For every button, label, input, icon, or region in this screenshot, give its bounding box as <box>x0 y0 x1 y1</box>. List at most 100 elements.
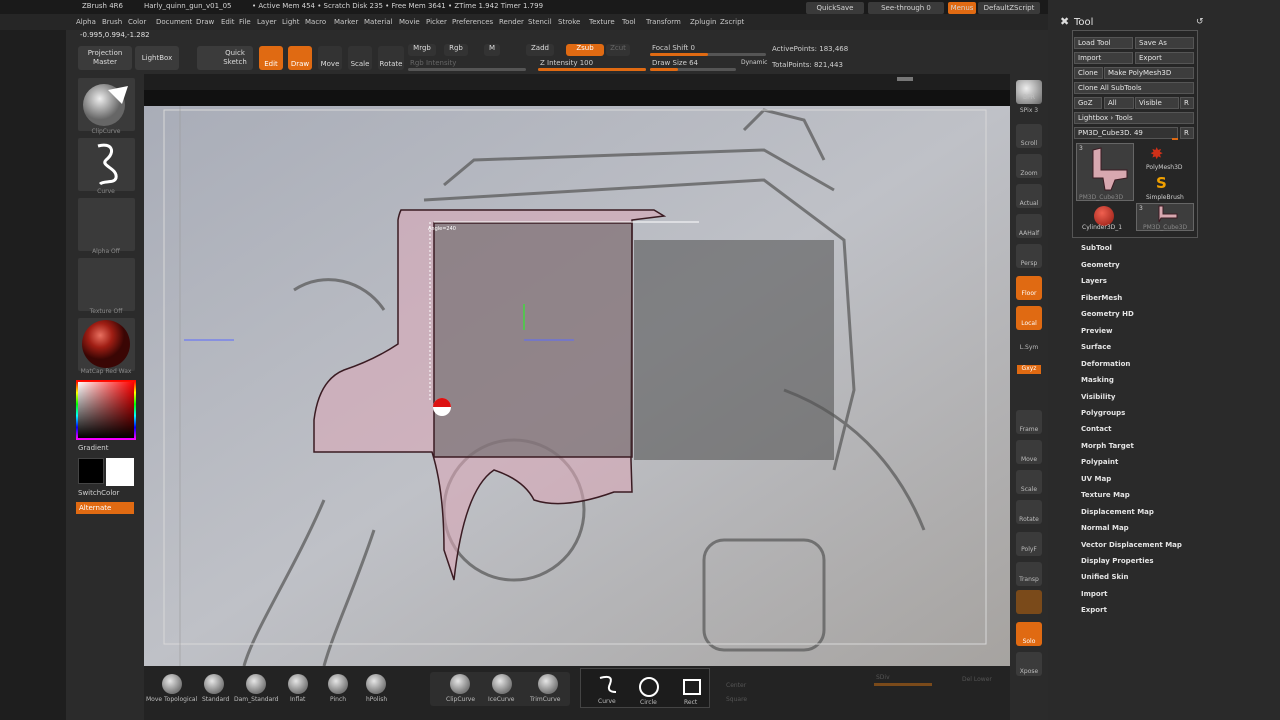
menu-color[interactable]: Color <box>128 18 146 26</box>
quick-sketch-button[interactable]: Quick Sketch <box>197 46 253 70</box>
palette-pin-icon[interactable]: ↺ <box>1196 17 1204 27</box>
menu-render[interactable]: Render <box>499 18 524 26</box>
switch-color-button[interactable]: SwitchColor <box>78 489 119 497</box>
alpha-selector[interactable] <box>78 198 135 251</box>
z-intensity-slider[interactable] <box>538 68 646 71</box>
menu-zplugin[interactable]: Zplugin <box>690 18 716 26</box>
scroll-handle[interactable] <box>897 77 913 81</box>
polymesh-star-icon[interactable]: ✸ <box>1150 144 1163 163</box>
move-button[interactable]: Move <box>318 46 342 70</box>
rgb-button[interactable]: Rgb <box>444 44 468 56</box>
secondary-color-swatch[interactable] <box>78 458 104 484</box>
sdiv-slider[interactable]: SDiv <box>876 674 890 681</box>
section-unified-skin[interactable]: Unified Skin <box>1081 573 1129 581</box>
menu-picker[interactable]: Picker <box>426 18 447 26</box>
main-color-swatch[interactable] <box>106 458 134 486</box>
save-as-button[interactable]: Save As <box>1135 37 1194 49</box>
circle-shape-icon[interactable] <box>638 676 660 698</box>
menu-marker[interactable]: Marker <box>334 18 358 26</box>
center-button[interactable]: Center <box>726 682 746 689</box>
default-zscript-button[interactable]: DefaultZScript <box>978 2 1040 14</box>
section-geometry-hd[interactable]: Geometry HD <box>1081 310 1134 318</box>
brush-inflat[interactable] <box>288 674 308 694</box>
make-polymesh-button[interactable]: Make PolyMesh3D <box>1104 67 1194 79</box>
mrgb-button[interactable]: Mrgb <box>408 44 436 56</box>
tool-thumb-pm3d-cube[interactable]: 3 PM3D_Cube3D <box>1076 143 1134 201</box>
clone-all-subtools-button[interactable]: Clone All SubTools <box>1074 82 1194 94</box>
tool-thumb-pm3d-cube-2[interactable]: 3 PM3D_Cube3D <box>1136 203 1194 231</box>
gradient-label[interactable]: Gradient <box>78 444 108 452</box>
texture-selector[interactable] <box>78 258 135 311</box>
clipcurve-brush[interactable] <box>450 674 470 694</box>
zsub-button[interactable]: Zsub <box>566 44 604 56</box>
section-layers[interactable]: Layers <box>1081 277 1107 285</box>
brush-pinch[interactable] <box>328 674 348 694</box>
rect-shape-icon[interactable] <box>682 678 702 696</box>
draw-size-slider[interactable] <box>650 68 736 71</box>
projection-master-button[interactable]: Projection Master <box>78 46 132 70</box>
section-preview[interactable]: Preview <box>1081 327 1113 335</box>
scale-button[interactable]: Scale <box>348 46 372 70</box>
brush-move-topological[interactable] <box>162 674 182 694</box>
menu-transform[interactable]: Transform <box>646 18 681 26</box>
zadd-button[interactable]: Zadd <box>526 44 554 56</box>
document-canvas[interactable]: Angle=240 <box>144 90 1010 666</box>
see-through-slider[interactable]: See-through 0 <box>868 2 944 14</box>
spix-slider[interactable]: SPix 3 <box>1010 107 1048 114</box>
curve-shape-icon[interactable] <box>596 674 620 696</box>
section-display-properties[interactable]: Display Properties <box>1081 557 1154 565</box>
lsym-button[interactable]: L.Sym <box>1010 344 1048 351</box>
focal-shift-slider[interactable] <box>650 53 766 56</box>
ghost-button[interactable] <box>1016 590 1042 614</box>
section-subtool[interactable]: SubTool <box>1081 244 1112 252</box>
color-picker[interactable] <box>76 380 136 440</box>
section-geometry[interactable]: Geometry <box>1081 261 1120 269</box>
alternate-button[interactable]: Alternate <box>76 502 134 514</box>
rgb-intensity-slider[interactable] <box>408 68 526 71</box>
export-button[interactable]: Export <box>1135 52 1194 64</box>
visible-button[interactable]: Visible <box>1135 97 1179 109</box>
zcut-button[interactable]: Zcut <box>606 44 630 56</box>
section-export[interactable]: Export <box>1081 606 1107 614</box>
menus-button[interactable]: Menus <box>948 2 976 14</box>
section-polygroups[interactable]: Polygroups <box>1081 409 1125 417</box>
section-masking[interactable]: Masking <box>1081 376 1114 384</box>
del-lower-button[interactable]: Del Lower <box>962 676 992 683</box>
menu-movie[interactable]: Movie <box>399 18 420 26</box>
brush-hpolish[interactable] <box>366 674 386 694</box>
section-deformation[interactable]: Deformation <box>1081 360 1130 368</box>
section-import[interactable]: Import <box>1081 590 1108 598</box>
section-contact[interactable]: Contact <box>1081 425 1112 433</box>
menu-alpha[interactable]: Alpha <box>76 18 96 26</box>
brush-dam-standard[interactable] <box>246 674 266 694</box>
section-displacement-map[interactable]: Displacement Map <box>1081 508 1154 516</box>
gxyz-button[interactable]: Gxyz <box>1017 365 1041 374</box>
material-selector[interactable] <box>78 318 135 371</box>
menu-zscript[interactable]: Zscript <box>720 18 744 26</box>
trimcurve-brush[interactable] <box>538 674 558 694</box>
menu-brush[interactable]: Brush <box>102 18 122 26</box>
r-button-2[interactable]: R <box>1180 127 1194 139</box>
menu-light[interactable]: Light <box>282 18 299 26</box>
rotate-button[interactable]: Rotate <box>378 46 404 70</box>
edit-button[interactable]: Edit <box>259 46 283 70</box>
current-tool-slider-knob[interactable] <box>1172 138 1178 140</box>
menu-stencil[interactable]: Stencil <box>528 18 552 26</box>
section-polypaint[interactable]: Polypaint <box>1081 458 1118 466</box>
load-tool-button[interactable]: Load Tool <box>1074 37 1133 49</box>
menu-edit[interactable]: Edit <box>221 18 235 26</box>
menu-macro[interactable]: Macro <box>305 18 326 26</box>
menu-document[interactable]: Document <box>156 18 192 26</box>
menu-stroke[interactable]: Stroke <box>558 18 580 26</box>
section-texture-map[interactable]: Texture Map <box>1081 491 1130 499</box>
menu-draw[interactable]: Draw <box>196 18 214 26</box>
cylinder-thumb-icon[interactable] <box>1094 206 1114 226</box>
section-uv-map[interactable]: UV Map <box>1081 475 1111 483</box>
menu-material[interactable]: Material <box>364 18 392 26</box>
brush-standard[interactable] <box>204 674 224 694</box>
section-fibermesh[interactable]: FiberMesh <box>1081 294 1122 302</box>
section-normal-map[interactable]: Normal Map <box>1081 524 1129 532</box>
section-vector-displacement-map[interactable]: Vector Displacement Map <box>1081 541 1182 549</box>
simplebrush-icon[interactable]: S <box>1156 174 1167 192</box>
goz-button[interactable]: GoZ <box>1074 97 1102 109</box>
